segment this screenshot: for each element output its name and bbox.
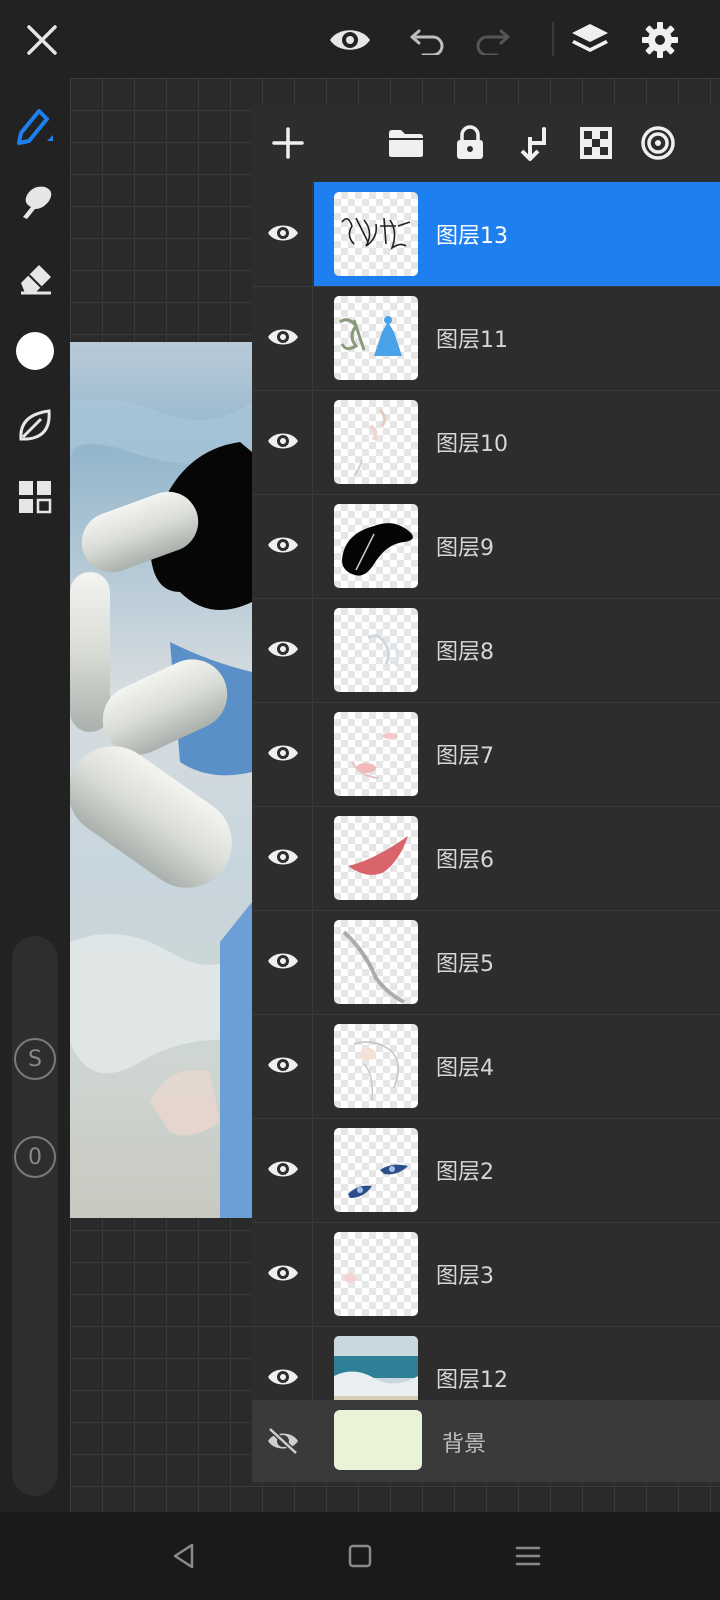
add-layer-icon[interactable] xyxy=(266,121,310,165)
layer-name: 图层3 xyxy=(436,1264,494,1289)
layer-row[interactable]: 图层13 xyxy=(252,182,720,287)
eraser-icon[interactable] xyxy=(10,252,60,302)
layer-name: 图层10 xyxy=(436,432,508,457)
layer-thumbnail xyxy=(334,1128,418,1212)
layer-thumbnail xyxy=(334,608,418,692)
leaf-icon[interactable] xyxy=(10,400,60,450)
close-icon[interactable] xyxy=(20,18,64,62)
row-divider xyxy=(312,702,313,806)
layer-thumbnail xyxy=(334,504,418,588)
layer-name: 图层6 xyxy=(436,848,494,873)
background-layer-row[interactable]: 背景 xyxy=(252,1400,720,1482)
menu-icon[interactable] xyxy=(508,1536,548,1576)
layer-row[interactable]: 图层8 xyxy=(252,598,720,703)
top-bar xyxy=(0,0,720,78)
undo-icon[interactable] xyxy=(406,18,450,62)
layers-icon[interactable] xyxy=(568,18,612,62)
visibility-eye-icon[interactable] xyxy=(262,316,304,358)
checker-icon[interactable] xyxy=(574,121,618,165)
layer-name: 图层9 xyxy=(436,536,494,561)
tool-rail: S 0 xyxy=(0,78,70,1512)
layer-row[interactable]: 图层7 xyxy=(252,702,720,807)
visibility-eye-icon[interactable] xyxy=(262,1252,304,1294)
layer-thumbnail xyxy=(334,712,418,796)
color-swatch[interactable] xyxy=(10,326,60,376)
layer-thumbnail xyxy=(334,920,418,1004)
grid-icon[interactable] xyxy=(10,472,60,522)
layer-row[interactable]: 图层3 xyxy=(252,1222,720,1327)
layer-row[interactable]: 图层11 xyxy=(252,286,720,391)
layer-name: 图层2 xyxy=(436,1160,494,1185)
merge-down-icon[interactable] xyxy=(512,121,556,165)
visibility-eye-icon[interactable] xyxy=(262,1148,304,1190)
layer-row[interactable]: 图层5 xyxy=(252,910,720,1015)
lock-icon[interactable] xyxy=(448,121,492,165)
smudge-icon[interactable] xyxy=(10,176,60,226)
layer-row[interactable]: 图层2 xyxy=(252,1118,720,1223)
layer-name: 图层4 xyxy=(436,1056,494,1081)
row-divider xyxy=(312,1118,313,1222)
row-divider xyxy=(312,806,313,910)
row-divider xyxy=(312,286,313,390)
redo-icon[interactable] xyxy=(470,18,514,62)
layer-thumbnail xyxy=(334,1232,418,1316)
visibility-eye-icon[interactable] xyxy=(262,836,304,878)
layer-row[interactable]: 图层9 xyxy=(252,494,720,599)
system-nav-bar xyxy=(0,1512,720,1600)
folder-icon[interactable] xyxy=(384,121,428,165)
visibility-eye-icon[interactable] xyxy=(262,628,304,670)
visibility-eye-icon[interactable] xyxy=(262,524,304,566)
row-divider xyxy=(312,910,313,1014)
row-divider xyxy=(312,598,313,702)
visibility-eye-icon[interactable] xyxy=(262,732,304,774)
layers-toolbar xyxy=(252,104,720,182)
visibility-eye-icon[interactable] xyxy=(262,212,304,254)
target-icon[interactable] xyxy=(636,121,680,165)
size-toggle-button[interactable]: S xyxy=(14,1038,56,1080)
layer-thumbnail xyxy=(334,192,418,276)
visibility-eye-icon[interactable] xyxy=(262,1356,304,1398)
artwork-preview[interactable] xyxy=(70,342,252,1218)
layer-thumbnail xyxy=(334,400,418,484)
row-divider xyxy=(312,494,313,598)
row-divider xyxy=(312,182,313,286)
back-icon[interactable] xyxy=(164,1536,204,1576)
visibility-eye-icon[interactable] xyxy=(262,940,304,982)
layer-name: 图层8 xyxy=(436,640,494,665)
settings-icon[interactable] xyxy=(638,18,682,62)
layer-row[interactable]: 图层6 xyxy=(252,806,720,911)
background-color-thumbnail xyxy=(334,1410,422,1470)
layer-name: 背景 xyxy=(442,1432,487,1457)
pen-icon[interactable] xyxy=(10,100,60,150)
layer-name: 图层13 xyxy=(436,224,508,249)
layer-row[interactable]: 图层10 xyxy=(252,390,720,495)
visibility-eye-icon[interactable] xyxy=(262,420,304,462)
layers-panel: 图层13 图层11 图层10 图层9 图层8 图层7 图层6 图层5 图层4 图… xyxy=(252,104,720,1484)
home-icon[interactable] xyxy=(340,1536,380,1576)
layer-name: 图层11 xyxy=(436,328,508,353)
layer-thumbnail xyxy=(334,1024,418,1108)
eye-icon[interactable] xyxy=(328,18,372,62)
brush-slider-track[interactable] xyxy=(12,936,58,1496)
toolbar-separator xyxy=(552,22,554,56)
row-divider xyxy=(312,1014,313,1118)
opacity-toggle-button[interactable]: 0 xyxy=(14,1136,56,1178)
layer-name: 图层5 xyxy=(436,952,494,977)
visibility-eye-icon[interactable] xyxy=(262,1044,304,1086)
row-divider xyxy=(312,390,313,494)
layer-thumbnail xyxy=(334,296,418,380)
layer-name: 图层12 xyxy=(436,1368,508,1393)
visibility-hidden-icon[interactable] xyxy=(262,1420,304,1462)
layer-row[interactable]: 图层4 xyxy=(252,1014,720,1119)
layer-thumbnail xyxy=(334,816,418,900)
layer-name: 图层7 xyxy=(436,744,494,769)
row-divider xyxy=(312,1222,313,1326)
